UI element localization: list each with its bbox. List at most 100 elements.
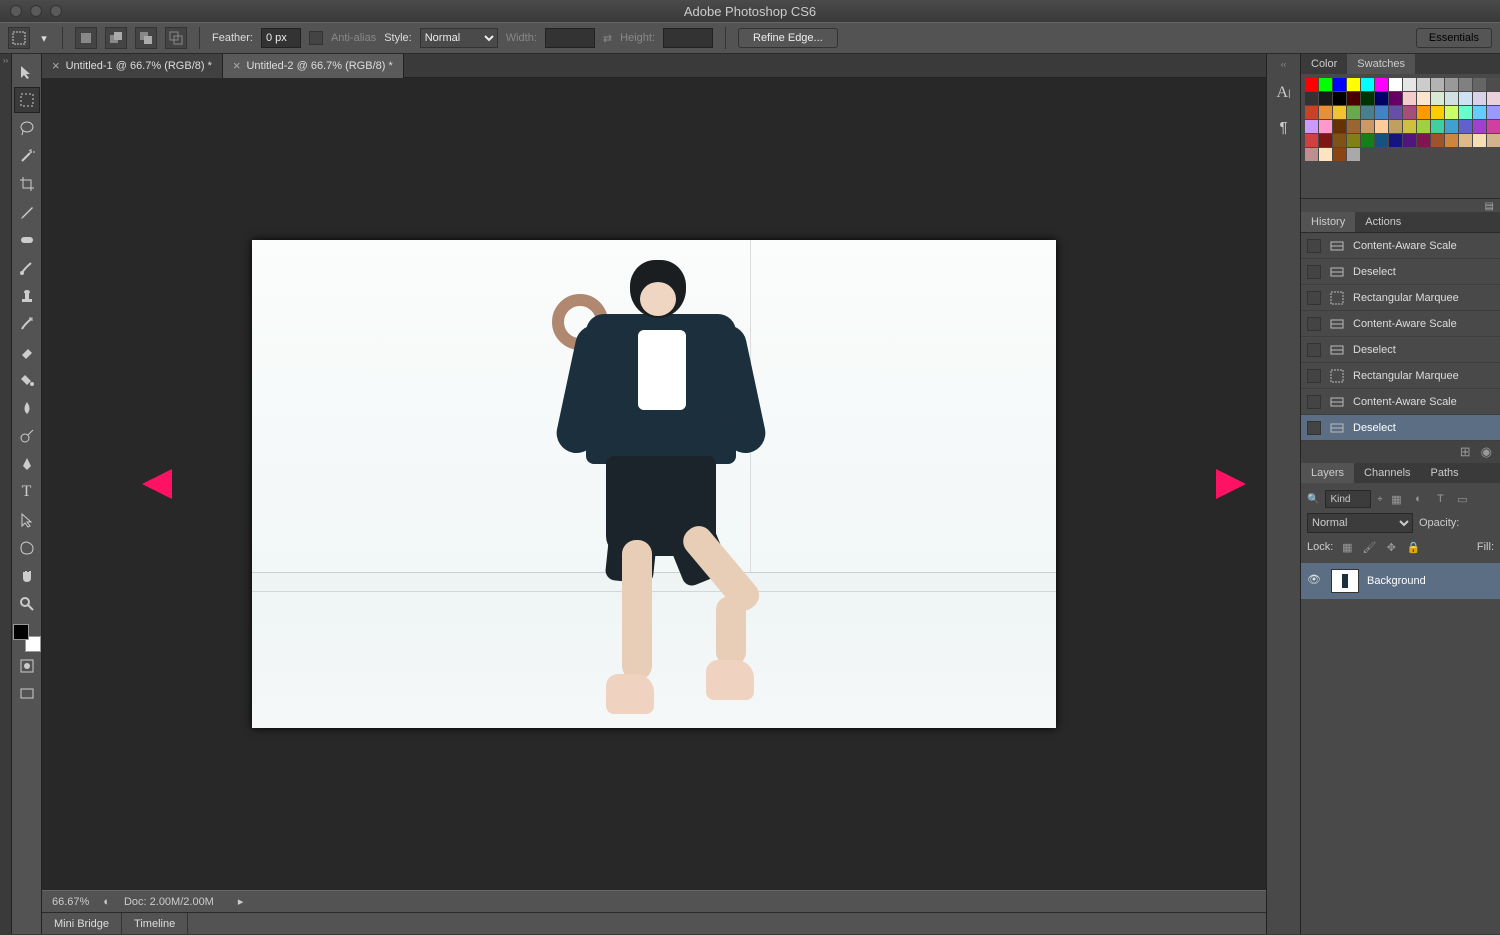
quickmask-icon[interactable]: [14, 653, 40, 679]
swatch[interactable]: [1487, 134, 1500, 147]
swatch[interactable]: [1473, 92, 1486, 105]
swatch[interactable]: [1473, 106, 1486, 119]
swatch[interactable]: [1445, 92, 1458, 105]
swatch[interactable]: [1347, 92, 1360, 105]
layer-item[interactable]: 👁 Background: [1301, 563, 1500, 599]
history-item[interactable]: Content-Aware Scale: [1301, 389, 1500, 415]
lasso-tool-icon[interactable]: [14, 115, 40, 141]
close-tab-icon[interactable]: ×: [233, 58, 241, 73]
close-window-icon[interactable]: [10, 5, 22, 17]
swatch[interactable]: [1319, 78, 1332, 91]
channels-tab[interactable]: Channels: [1354, 463, 1420, 483]
swatch[interactable]: [1347, 148, 1360, 161]
swatch[interactable]: [1305, 134, 1318, 147]
stamp-tool-icon[interactable]: [14, 283, 40, 309]
dodge-tool-icon[interactable]: [14, 423, 40, 449]
canvas-viewport[interactable]: [42, 78, 1266, 890]
swatch[interactable]: [1375, 78, 1388, 91]
zoom-window-icon[interactable]: [50, 5, 62, 17]
pen-tool-icon[interactable]: [14, 451, 40, 477]
swatch[interactable]: [1473, 134, 1486, 147]
character-panel-icon[interactable]: A|: [1273, 82, 1295, 104]
color-tab[interactable]: Color: [1301, 54, 1347, 74]
healing-tool-icon[interactable]: [14, 227, 40, 253]
minibridge-tab[interactable]: Mini Bridge: [42, 913, 122, 935]
history-visibility-checkbox[interactable]: [1307, 395, 1321, 409]
swatch[interactable]: [1333, 106, 1346, 119]
filter-adjust-icon[interactable]: ◐: [1410, 491, 1426, 507]
lock-all-icon[interactable]: 🔒: [1405, 539, 1421, 555]
swatch[interactable]: [1459, 134, 1472, 147]
actions-tab[interactable]: Actions: [1355, 212, 1411, 232]
grip-icon[interactable]: ‹‹: [1281, 60, 1286, 70]
swatch[interactable]: [1445, 120, 1458, 133]
visibility-icon[interactable]: 👁: [1307, 573, 1323, 589]
swatch[interactable]: [1319, 134, 1332, 147]
swatch[interactable]: [1389, 78, 1402, 91]
history-item[interactable]: Rectangular Marquee: [1301, 285, 1500, 311]
canvas[interactable]: [252, 240, 1056, 728]
swatch[interactable]: [1347, 134, 1360, 147]
history-item[interactable]: Content-Aware Scale: [1301, 233, 1500, 259]
brush-tool-icon[interactable]: [14, 255, 40, 281]
swatch[interactable]: [1389, 120, 1402, 133]
swatch[interactable]: [1361, 120, 1374, 133]
intersect-selection-icon[interactable]: [165, 27, 187, 49]
swatch[interactable]: [1487, 120, 1500, 133]
new-selection-icon[interactable]: [75, 27, 97, 49]
swatch[interactable]: [1403, 92, 1416, 105]
swatch[interactable]: [1305, 120, 1318, 133]
new-snapshot-icon[interactable]: ⊞: [1460, 444, 1471, 460]
path-select-tool-icon[interactable]: [14, 507, 40, 533]
swatch[interactable]: [1347, 120, 1360, 133]
history-visibility-checkbox[interactable]: [1307, 343, 1321, 357]
layers-tab[interactable]: Layers: [1301, 463, 1354, 483]
swatch[interactable]: [1417, 92, 1430, 105]
camera-icon[interactable]: ◉: [1481, 444, 1492, 460]
swatch[interactable]: [1403, 134, 1416, 147]
swatch[interactable]: [1431, 78, 1444, 91]
history-visibility-checkbox[interactable]: [1307, 317, 1321, 331]
swatch[interactable]: [1305, 106, 1318, 119]
swatch[interactable]: [1403, 120, 1416, 133]
swatch[interactable]: [1319, 148, 1332, 161]
crop-tool-icon[interactable]: [14, 171, 40, 197]
lock-move-icon[interactable]: ✥: [1383, 539, 1399, 555]
swatch[interactable]: [1431, 134, 1444, 147]
eyedropper-tool-icon[interactable]: [14, 199, 40, 225]
swatch[interactable]: [1417, 78, 1430, 91]
history-item[interactable]: Deselect: [1301, 259, 1500, 285]
bucket-tool-icon[interactable]: [14, 367, 40, 393]
refine-edge-button[interactable]: Refine Edge...: [738, 28, 838, 48]
swatch[interactable]: [1319, 120, 1332, 133]
tool-preset-dropdown-icon[interactable]: ▾: [38, 32, 50, 45]
swatch-grid[interactable]: [1305, 78, 1496, 161]
swatch[interactable]: [1333, 78, 1346, 91]
swatch[interactable]: [1333, 148, 1346, 161]
workspace-essentials-button[interactable]: Essentials: [1416, 28, 1492, 48]
zoom-tool-icon[interactable]: [14, 591, 40, 617]
minimize-window-icon[interactable]: [30, 5, 42, 17]
history-visibility-checkbox[interactable]: [1307, 265, 1321, 279]
swatch[interactable]: [1487, 78, 1500, 91]
swatch[interactable]: [1375, 106, 1388, 119]
swatch[interactable]: [1431, 92, 1444, 105]
subtract-selection-icon[interactable]: [135, 27, 157, 49]
swatch[interactable]: [1361, 78, 1374, 91]
swatch[interactable]: [1431, 120, 1444, 133]
history-visibility-checkbox[interactable]: [1307, 239, 1321, 253]
layer-thumbnail[interactable]: [1331, 569, 1359, 593]
swatch[interactable]: [1417, 120, 1430, 133]
swatch[interactable]: [1403, 78, 1416, 91]
swatch[interactable]: [1431, 106, 1444, 119]
layer-filter-kind[interactable]: [1325, 490, 1371, 508]
swatch[interactable]: [1347, 106, 1360, 119]
swatches-tab[interactable]: Swatches: [1347, 54, 1415, 74]
swatch[interactable]: [1459, 120, 1472, 133]
swatch[interactable]: [1445, 134, 1458, 147]
swatch[interactable]: [1333, 134, 1346, 147]
history-item[interactable]: Deselect: [1301, 337, 1500, 363]
swatch[interactable]: [1361, 134, 1374, 147]
screenmode-icon[interactable]: [14, 681, 40, 707]
swatch[interactable]: [1487, 106, 1500, 119]
